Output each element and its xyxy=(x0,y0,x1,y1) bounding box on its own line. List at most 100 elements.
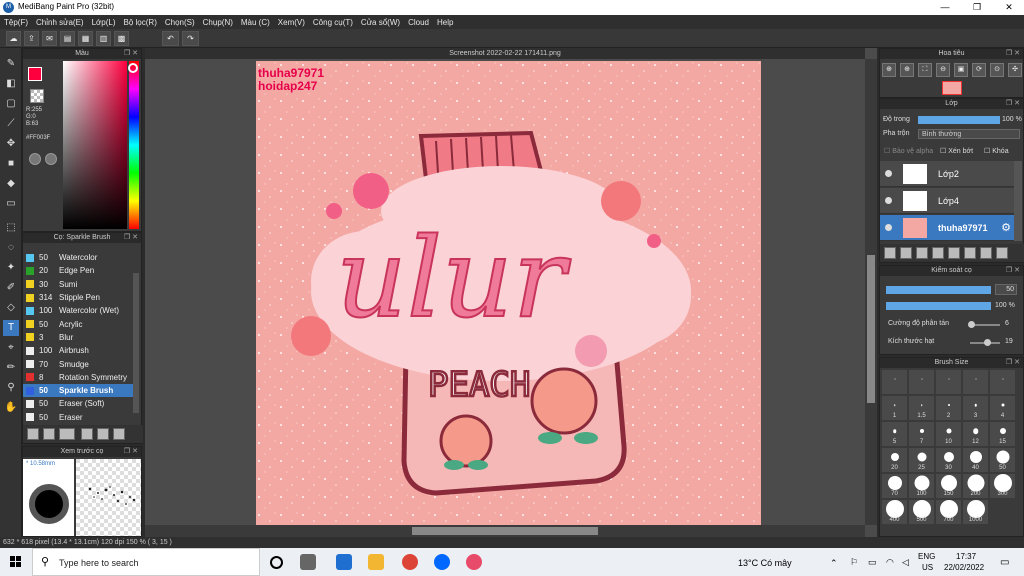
brush-size-cell[interactable] xyxy=(936,370,961,394)
brush-size-cell[interactable] xyxy=(963,370,988,394)
menu-view[interactable]: Xem(V) xyxy=(278,18,305,27)
text-tool-icon[interactable]: T xyxy=(3,320,19,336)
layer-delete-icon[interactable] xyxy=(996,247,1008,259)
actual-size-icon[interactable]: ▣ xyxy=(954,63,968,77)
particle-size-knob[interactable] xyxy=(984,339,991,346)
brush-row[interactable]: 3 Blur xyxy=(23,331,133,344)
brush-row[interactable]: 8 Rotation Symmetry xyxy=(23,371,133,384)
brush-duplicate-icon[interactable] xyxy=(113,428,125,440)
menu-cloud[interactable]: Cloud xyxy=(408,18,429,27)
foreground-color-swatch[interactable] xyxy=(28,67,42,81)
brush-size-cell[interactable]: 25 xyxy=(909,448,934,472)
brush-folder-icon[interactable] xyxy=(97,428,109,440)
layer-settings-gear-icon[interactable]: ⚙ xyxy=(1001,221,1011,234)
brush-row[interactable]: 314 Stipple Pen xyxy=(23,291,133,304)
panel-tool-icon[interactable]: ⌖ xyxy=(3,340,19,356)
brush-row[interactable]: 20 Edge Pen xyxy=(23,264,133,277)
language-line-1[interactable]: ENG xyxy=(918,552,935,561)
document-tab[interactable]: Screenshot 2022-02-22 171411.png xyxy=(145,48,865,59)
file-explorer-icon[interactable] xyxy=(368,554,384,570)
palette-icon[interactable] xyxy=(29,153,41,165)
brush-size-cell[interactable]: 300 xyxy=(990,474,1015,498)
tray-wifi-icon[interactable]: ◠ xyxy=(886,557,894,568)
fit-icon[interactable]: ⛶ xyxy=(918,63,932,77)
clock-time[interactable]: 17:37 xyxy=(956,552,976,561)
brush-size-cell[interactable] xyxy=(909,370,934,394)
lock-checkbox[interactable]: ☐ Khóa xyxy=(984,147,1009,155)
menu-layer[interactable]: Lớp(L) xyxy=(92,18,116,27)
brush-size-cell[interactable]: 7 xyxy=(909,422,934,446)
magic-wand-icon[interactable]: ✦ xyxy=(3,260,19,276)
grid-icon[interactable]: ▩ xyxy=(114,31,129,46)
start-button[interactable] xyxy=(0,548,32,576)
horizontal-scrollbar[interactable] xyxy=(145,525,865,537)
bucket-tool-icon[interactable]: ◆ xyxy=(3,176,19,192)
brush-row[interactable]: 50 Acrylic xyxy=(23,317,133,330)
layer-opacity-slider[interactable] xyxy=(918,116,1000,124)
search-box[interactable]: ⚲ Type here to search xyxy=(32,548,260,576)
layer-row-layer4[interactable]: Lớp4 xyxy=(880,188,1015,214)
layer-list-scrollbar[interactable] xyxy=(1014,161,1022,241)
shape-tool-icon[interactable]: ■ xyxy=(3,156,19,172)
alpha-protect-checkbox[interactable]: ☐ Bảo vệ alpha xyxy=(884,147,933,155)
new-layer-icon[interactable] xyxy=(884,247,896,259)
hand-tool-icon[interactable]: ✋ xyxy=(3,400,19,416)
brush-row[interactable]: 100 Watercolor (Wet) xyxy=(23,304,133,317)
palette-add-icon[interactable] xyxy=(45,153,57,165)
layer-row-layer2[interactable]: Lớp2 xyxy=(880,161,1015,187)
layer-merge-icon[interactable] xyxy=(980,247,992,259)
clipping-checkbox[interactable]: ☐ Xén bớt xyxy=(940,147,973,155)
layer-row-thuha97971[interactable]: thuha97971 ⚙ xyxy=(880,215,1015,241)
tray-network-icon[interactable]: ⚐ xyxy=(850,557,858,568)
brush-size-cell[interactable]: 3 xyxy=(963,396,988,420)
brush-size-cell[interactable] xyxy=(990,370,1015,394)
brush-size-cell[interactable]: 500 xyxy=(909,500,934,524)
brush-size-cell[interactable]: 10 xyxy=(936,422,961,446)
hue-slider[interactable] xyxy=(129,61,139,229)
layer-duplicate-icon[interactable] xyxy=(964,247,976,259)
operation-tool-icon[interactable]: ✏ xyxy=(3,360,19,376)
brush-size-cell[interactable]: 70 xyxy=(882,474,907,498)
eraser-tool-icon[interactable]: ◧ xyxy=(3,76,19,92)
minimize-button[interactable]: — xyxy=(930,0,960,15)
brush-row[interactable]: 30 Sumi xyxy=(23,278,133,291)
eyedropper-icon[interactable]: ⚲ xyxy=(3,380,19,396)
clock-date[interactable]: 22/02/2022 xyxy=(944,563,984,572)
brush-row[interactable]: 50 Eraser xyxy=(23,411,133,424)
language-line-2[interactable]: US xyxy=(922,563,933,572)
comment-icon[interactable]: ✉ xyxy=(42,31,57,46)
scatter-knob[interactable] xyxy=(968,321,975,328)
share-icon[interactable]: ⇪ xyxy=(24,31,39,46)
brush-size-slider[interactable] xyxy=(886,286,991,294)
rotate-icon[interactable]: ⟳ xyxy=(972,63,986,77)
layer-folder-icon[interactable] xyxy=(948,247,960,259)
navigator-thumbnail[interactable] xyxy=(942,81,962,95)
saturation-value-picker[interactable] xyxy=(63,61,127,229)
medibang-taskbar-icon[interactable] xyxy=(466,554,482,570)
redo-icon[interactable]: ↷ xyxy=(182,31,199,46)
zoom-out-icon[interactable]: ⊖ xyxy=(936,63,950,77)
document-icon[interactable]: ▤ xyxy=(60,31,75,46)
vertical-scrollbar[interactable] xyxy=(865,59,877,525)
menu-window[interactable]: Cửa sổ(W) xyxy=(361,18,400,27)
brush-size-cell[interactable]: 15 xyxy=(990,422,1015,446)
maximize-button[interactable]: ❐ xyxy=(962,0,992,15)
tray-chevron-icon[interactable]: ⌃ xyxy=(830,558,838,569)
gradient-tool-icon[interactable]: ▭ xyxy=(3,196,19,212)
brush-row[interactable]: 50 Watercolor xyxy=(23,251,133,264)
select-eraser-icon[interactable]: ◇ xyxy=(3,300,19,316)
brush-list-scrollbar[interactable] xyxy=(133,273,139,413)
brush-size-cell[interactable]: 1000 xyxy=(963,500,988,524)
lasso-tool-icon[interactable]: ◌ xyxy=(3,240,19,256)
move-tool-icon[interactable]: ✥ xyxy=(3,136,19,152)
brush-size-cell[interactable]: 50 xyxy=(990,448,1015,472)
mail-icon[interactable] xyxy=(336,554,352,570)
menu-color[interactable]: Màu (C) xyxy=(241,18,270,27)
select-tool-icon[interactable]: ⬚ xyxy=(3,220,19,236)
new-1bit-layer-icon[interactable] xyxy=(932,247,944,259)
brush-size-cell[interactable] xyxy=(882,370,907,394)
tray-battery-icon[interactable]: ▭ xyxy=(868,557,877,568)
brush-import-icon[interactable] xyxy=(43,428,55,440)
reset-icon[interactable]: ⊙ xyxy=(990,63,1004,77)
cloud-icon[interactable]: ☁ xyxy=(6,31,21,46)
